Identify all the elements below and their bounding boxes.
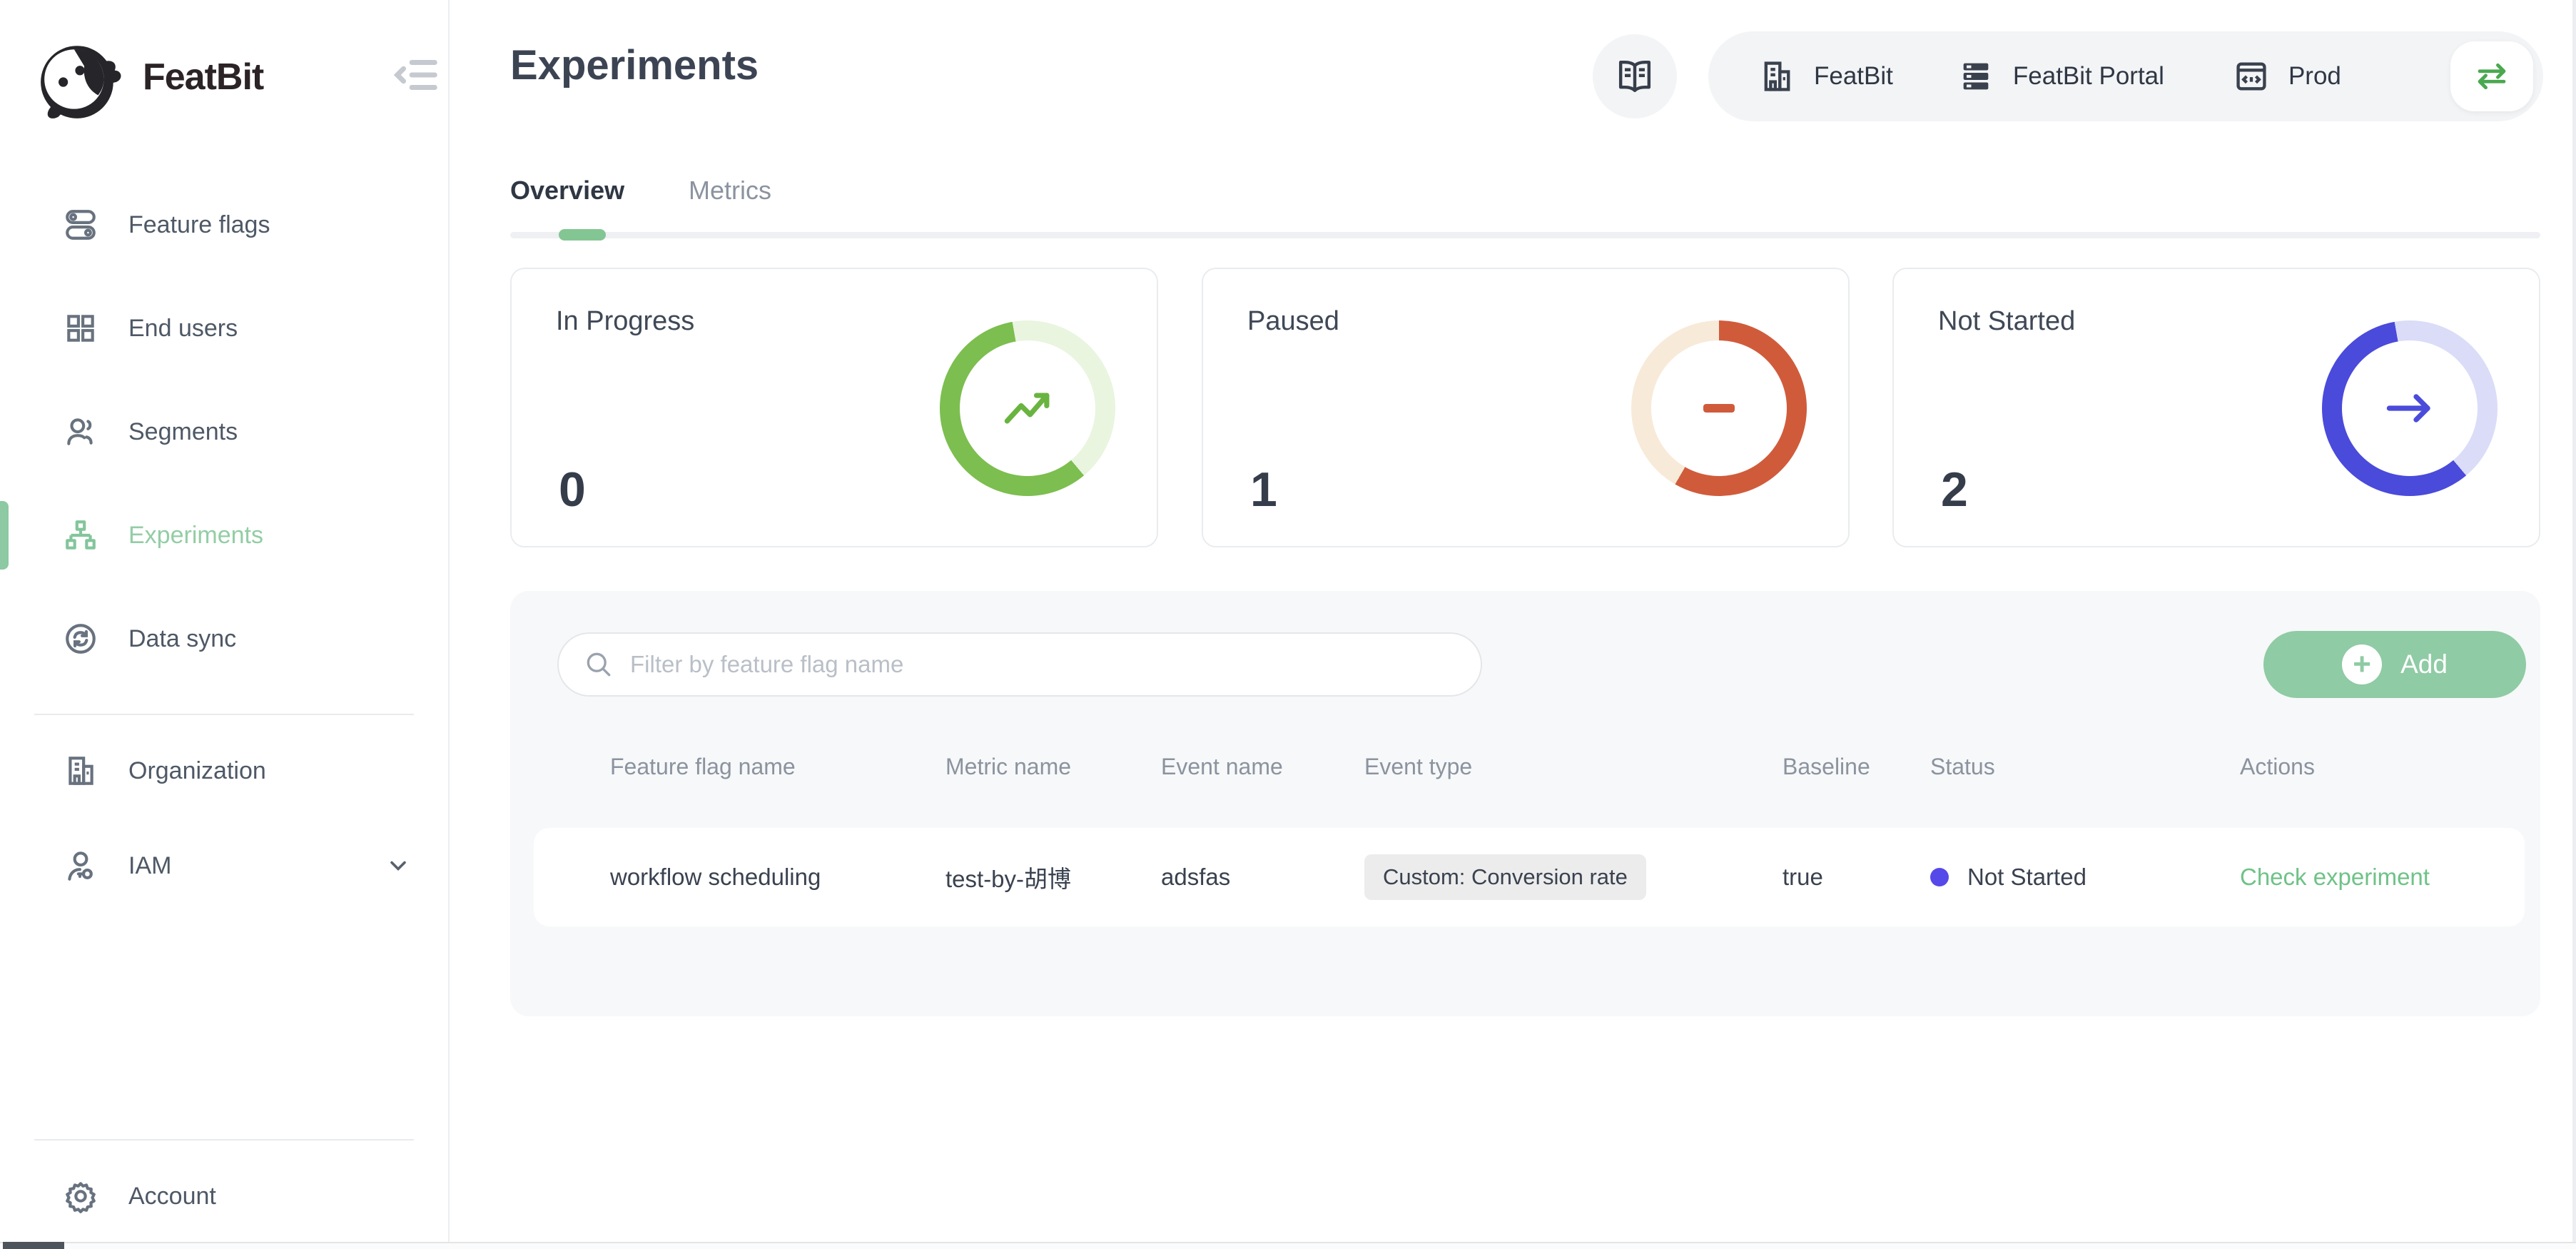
- window-bottom-strip: [0, 1242, 2576, 1249]
- trend-up-icon: [997, 378, 1058, 439]
- status-label: Not Started: [1967, 864, 2086, 891]
- sidebar-item-label: IAM: [128, 852, 171, 880]
- sidebar-item-iam[interactable]: IAM: [0, 830, 448, 901]
- sidebar-item-label: Account: [128, 1183, 216, 1210]
- sidebar-divider: [34, 714, 414, 715]
- org-selector[interactable]: FeatBit: [1758, 58, 1893, 95]
- sidebar: FeatBit Feature flags End users: [0, 0, 450, 1249]
- sidebar-item-label: Segments: [128, 418, 238, 446]
- status-dot: [1930, 868, 1949, 886]
- stat-card-in-progress: In Progress 0: [510, 268, 1158, 547]
- plus-icon: +: [2342, 644, 2382, 684]
- arrow-right-icon: [2379, 378, 2440, 439]
- experiments-list-panel: + Add Feature flag name Metric name Even…: [510, 591, 2540, 1016]
- event-type-badge: Custom: Conversion rate: [1364, 854, 1646, 900]
- sidebar-item-segments[interactable]: Segments: [0, 396, 448, 467]
- tab-active-indicator: [559, 229, 606, 241]
- filter-input[interactable]: [630, 651, 1481, 678]
- minus-icon: [1703, 404, 1735, 413]
- progress-ring: [2322, 320, 2498, 496]
- browser-code-icon: [2233, 58, 2270, 95]
- book-icon: [1615, 56, 1655, 96]
- table-row: workflow scheduling test-by-胡博 adsfas Cu…: [534, 828, 2525, 926]
- active-indicator: [0, 501, 9, 570]
- column-header: Status: [1930, 754, 2240, 780]
- stat-value: 2: [1941, 462, 1968, 517]
- column-header: Actions: [2240, 754, 2525, 780]
- scrollbar-fragment: [3, 1242, 64, 1249]
- table-header: Feature flag name Metric name Event name…: [534, 744, 2525, 789]
- sidebar-collapse-icon[interactable]: [391, 50, 441, 100]
- sidebar-item-label: Experiments: [128, 522, 263, 550]
- toggles-icon: [63, 207, 98, 243]
- cell-feature-flag-name: workflow scheduling: [610, 864, 945, 891]
- progress-ring: [1631, 320, 1807, 496]
- progress-ring: [940, 320, 1115, 496]
- cell-baseline: true: [1783, 864, 1930, 891]
- sidebar-item-account[interactable]: Account: [0, 1160, 448, 1232]
- chevron-down-icon: [385, 853, 411, 879]
- building-icon: [1758, 58, 1795, 95]
- column-header: Feature flag name: [610, 754, 945, 780]
- sidebar-item-label: Feature flags: [128, 211, 270, 239]
- cell-metric-name: test-by-胡博: [945, 860, 1161, 894]
- swap-arrows-icon: [2471, 56, 2512, 97]
- check-experiment-link[interactable]: Check experiment: [2240, 864, 2430, 890]
- featbit-logo: [34, 37, 126, 124]
- sidebar-item-feature-flags[interactable]: Feature flags: [0, 189, 448, 261]
- stat-value: 0: [559, 462, 586, 517]
- server-stack-icon: [1957, 58, 1994, 95]
- add-experiment-button[interactable]: + Add: [2263, 631, 2526, 698]
- stat-value: 1: [1250, 462, 1277, 517]
- switch-environment-button[interactable]: [2450, 41, 2533, 111]
- org-name: FeatBit: [1814, 62, 1893, 91]
- column-header: Event type: [1364, 754, 1783, 780]
- search-icon: [583, 649, 614, 680]
- sidebar-divider: [34, 1139, 414, 1141]
- gear-icon: [63, 1178, 98, 1214]
- stat-label: Paused: [1247, 306, 1339, 337]
- stat-card-paused: Paused 1: [1202, 268, 1850, 547]
- workspace-name: FeatBit Portal: [2013, 62, 2164, 91]
- column-header: Event name: [1161, 754, 1364, 780]
- brand-header: FeatBit: [34, 34, 420, 127]
- sitemap-icon: [63, 517, 98, 553]
- tab-overview[interactable]: Overview: [510, 176, 624, 206]
- sidebar-item-organization[interactable]: Organization: [0, 735, 448, 806]
- user-key-icon: [63, 848, 98, 884]
- sidebar-item-end-users[interactable]: End users: [0, 293, 448, 364]
- stat-card-not-started: Not Started 2: [1892, 268, 2540, 547]
- cell-event-type: Custom: Conversion rate: [1364, 854, 1783, 900]
- window-right-edge: [2572, 0, 2576, 1249]
- cell-status: Not Started: [1930, 864, 2240, 891]
- workspace-selector[interactable]: FeatBit Portal: [1957, 58, 2164, 95]
- stat-label: Not Started: [1938, 306, 2075, 337]
- column-header: Metric name: [945, 754, 1161, 780]
- brand-name: FeatBit: [143, 56, 263, 98]
- sync-icon: [63, 621, 98, 657]
- tab-metrics[interactable]: Metrics: [689, 176, 771, 206]
- page-title: Experiments: [510, 41, 759, 89]
- environment-name: Prod: [2288, 62, 2341, 91]
- user-group-icon: [63, 414, 98, 450]
- cell-actions: Check experiment: [2240, 864, 2525, 891]
- sidebar-item-label: End users: [128, 315, 238, 343]
- building-icon: [63, 753, 98, 789]
- sidebar-item-label: Data sync: [128, 625, 236, 653]
- environment-switcher: FeatBit FeatBit Portal Prod: [1708, 31, 2543, 121]
- cell-event-name: adsfas: [1161, 864, 1364, 891]
- sidebar-item-experiments[interactable]: Experiments: [0, 500, 448, 571]
- sidebar-item-data-sync[interactable]: Data sync: [0, 603, 448, 674]
- grid-icon: [63, 310, 98, 346]
- documentation-button[interactable]: [1593, 34, 1677, 118]
- filter-field[interactable]: [557, 632, 1482, 697]
- column-header: Baseline: [1783, 754, 1930, 780]
- environment-selector[interactable]: Prod: [2233, 58, 2341, 95]
- tab-track: [510, 232, 2540, 238]
- stat-label: In Progress: [556, 306, 694, 337]
- sidebar-item-label: Organization: [128, 757, 266, 785]
